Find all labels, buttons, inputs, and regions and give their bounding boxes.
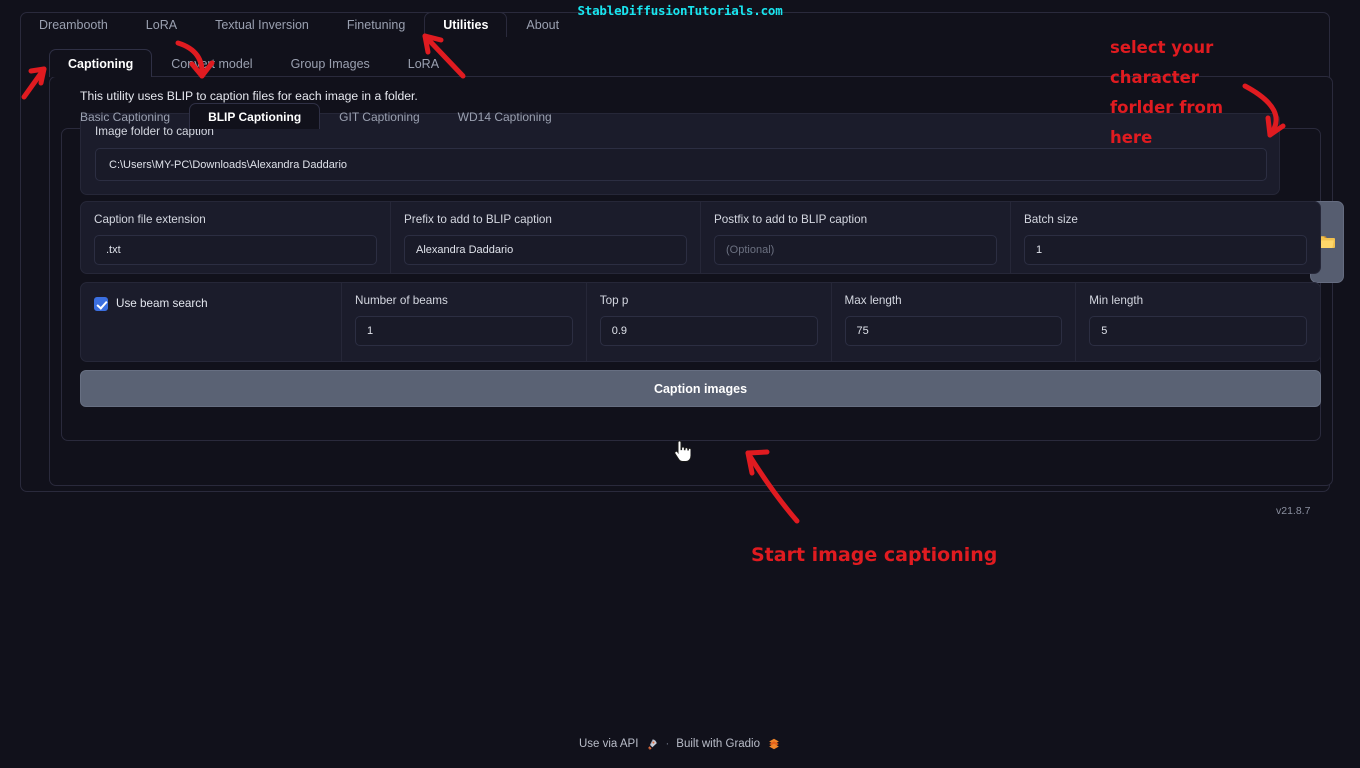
field-label: Number of beams (355, 294, 448, 307)
utility-description: This utility uses BLIP to caption files … (80, 89, 418, 103)
postfix-input[interactable]: (Optional) (714, 235, 997, 265)
tab-convert-model[interactable]: Convert model (152, 49, 271, 77)
field-label: Caption file extension (94, 213, 206, 226)
postfix-field: Postfix to add to BLIP caption (Optional… (701, 202, 1011, 273)
annotation-start-captioning: Start image captioning (751, 544, 998, 566)
caption-file-extension-field: Caption file extension .txt (81, 202, 391, 273)
use-beam-search-checkbox[interactable] (94, 297, 108, 311)
caption-file-extension-input[interactable]: .txt (94, 235, 377, 265)
min-length-field: Min length 5 (1076, 283, 1320, 361)
caption-images-label: Caption images (653, 381, 748, 396)
tab-wd14-captioning[interactable]: WD14 Captioning (439, 103, 571, 129)
folder-icon (1319, 235, 1335, 248)
tab-captioning[interactable]: Captioning (49, 49, 153, 77)
tab-label: WD14 Captioning (457, 109, 552, 124)
footer-separator: · (665, 738, 670, 750)
batch-size-field: Batch size 1 (1011, 202, 1320, 273)
prefix-field: Prefix to add to BLIP caption Alexandra … (391, 202, 701, 273)
field-label: Postfix to add to BLIP caption (714, 213, 868, 226)
top-p-input[interactable]: 0.9 (599, 316, 818, 346)
tab-label: About (526, 18, 560, 32)
rocket-icon (648, 738, 658, 750)
mouse-cursor-pointer (674, 440, 691, 462)
app-panel: Captioning Convert model Group Images Lo… (20, 12, 1344, 492)
version-label: v21.8.7 (1276, 505, 1311, 517)
tab-label: Finetuning (346, 18, 406, 32)
tab-label: Textual Inversion (215, 18, 309, 32)
input-value: Alexandra Daddario (416, 244, 514, 256)
input-value: 1 (367, 325, 374, 337)
input-placeholder: (Optional) (726, 244, 775, 256)
tab-basic-captioning[interactable]: Basic Captioning (61, 103, 189, 129)
input-value: 0.9 (611, 325, 628, 337)
min-length-input[interactable]: 5 (1089, 316, 1307, 346)
input-value: .txt (106, 244, 121, 256)
tab-label: LoRA (145, 18, 178, 32)
image-folder-input[interactable]: C:\Users\MY-PC\Downloads\Alexandra Dadda… (95, 148, 1267, 181)
use-beam-search-field: Use beam search (81, 283, 342, 361)
field-label: Prefix to add to BLIP caption (404, 213, 552, 226)
tab-label: Utilities (443, 18, 489, 32)
image-folder-value: C:\Users\MY-PC\Downloads\Alexandra Dadda… (109, 158, 348, 171)
tab-blip-captioning[interactable]: BLIP Captioning (189, 103, 321, 129)
utilities-panel: Captioning Convert model Group Images Lo… (49, 49, 1344, 497)
utilities-tabbar: Captioning Convert model Group Images Lo… (49, 49, 458, 77)
number-of-beams-input[interactable]: 1 (355, 316, 573, 346)
built-with-gradio-label: Built with Gradio (676, 738, 761, 750)
field-label: Top p (599, 294, 629, 307)
tab-label: LoRA (407, 56, 440, 71)
tab-label: BLIP Captioning (208, 109, 302, 124)
max-length-input[interactable]: 75 (844, 316, 1063, 346)
batch-size-input[interactable]: 1 (1024, 235, 1307, 265)
tab-label: Basic Captioning (80, 109, 171, 124)
tab-lora-utility[interactable]: LoRA (389, 49, 458, 77)
input-value: 5 (1101, 325, 1108, 337)
beam-search-row: Use beam search Number of beams 1 Top p … (80, 282, 1321, 362)
caption-images-button[interactable]: Caption images (80, 370, 1321, 407)
input-value: 75 (856, 325, 869, 337)
use-beam-search-label: Use beam search (116, 297, 208, 310)
top-p-field: Top p 0.9 (587, 283, 832, 361)
field-label: Min length (1089, 294, 1144, 307)
gradio-logo-icon (769, 738, 779, 750)
field-label: Max length (844, 294, 902, 307)
site-watermark: StableDiffusionTutorials.com (577, 3, 783, 18)
tab-label: Dreambooth (39, 18, 108, 32)
page-footer: Use via API · Built with Gradio (0, 737, 1360, 751)
field-label: Batch size (1024, 213, 1078, 226)
use-via-api-link[interactable]: Use via API (579, 738, 638, 750)
tab-git-captioning[interactable]: GIT Captioning (320, 103, 439, 129)
tab-label: Captioning (68, 56, 134, 71)
prefix-input[interactable]: Alexandra Daddario (404, 235, 687, 265)
tab-label: Group Images (290, 56, 370, 71)
captioning-tabbar: Basic Captioning BLIP Captioning GIT Cap… (61, 103, 571, 129)
caption-options-row: Caption file extension .txt Prefix to ad… (80, 201, 1321, 274)
tab-label: Convert model (171, 56, 253, 71)
max-length-field: Max length 75 (832, 283, 1077, 361)
tab-label: GIT Captioning (339, 109, 420, 124)
number-of-beams-field: Number of beams 1 (342, 283, 587, 361)
tab-group-images[interactable]: Group Images (272, 49, 389, 77)
input-value: 1 (1036, 244, 1043, 256)
